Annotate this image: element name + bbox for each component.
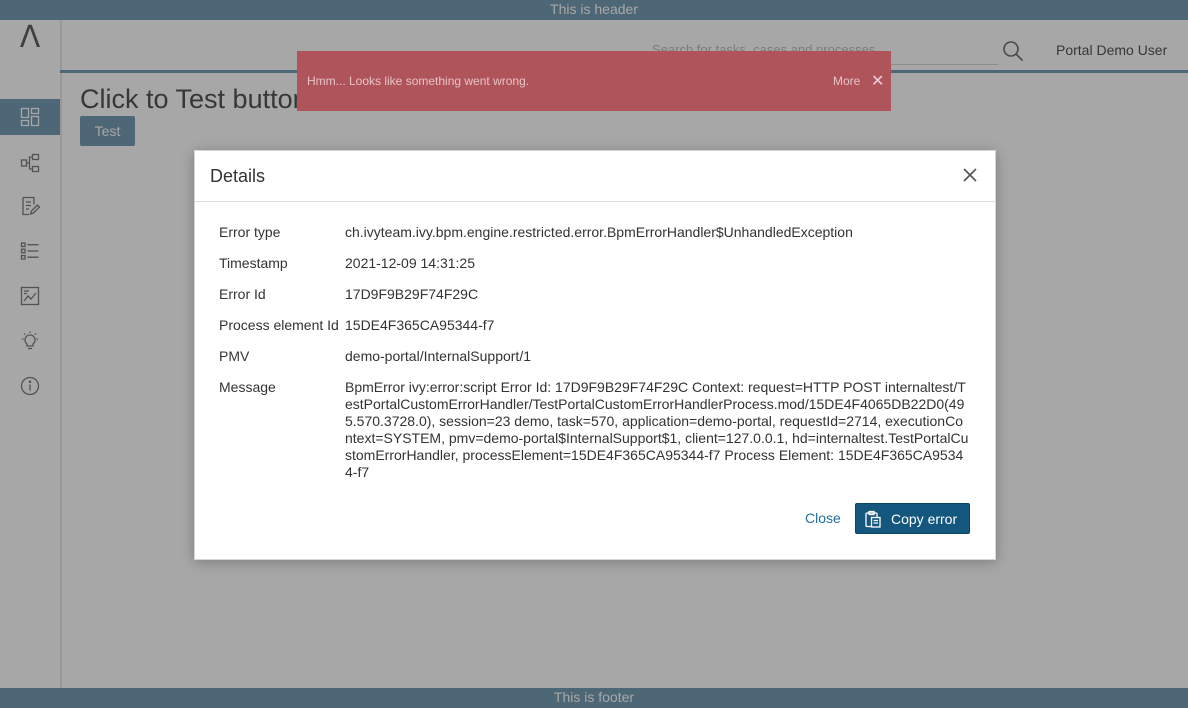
error-toast: Hmm... Looks like something went wrong. … [297,51,891,111]
toast-message: Hmm... Looks like something went wrong. [307,74,530,88]
message-value: BpmError ivy:error:script Error Id: 17D9… [345,379,969,480]
error-id-label: Error Id [219,286,266,302]
timestamp-label: Timestamp [219,255,288,271]
close-button[interactable]: Close [805,510,841,526]
close-icon[interactable] [960,165,980,185]
copy-error-label: Copy error [891,510,958,527]
error-id-value: 17D9F9B29F74F29C [345,286,479,302]
timestamp-value: 2021-12-09 14:31:25 [345,255,475,271]
dialog-divider [195,201,995,202]
process-element-id-label: Process element Id [219,317,339,333]
pmv-label: PMV [219,348,250,364]
toast-more-link[interactable]: More [833,74,860,88]
error-details-dialog: Details Error type ch.ivyteam.ivy.bpm.en… [194,150,996,560]
copy-error-button[interactable]: Copy error [855,503,970,534]
error-type-label: Error type [219,224,281,240]
pmv-value: demo-portal/InternalSupport/1 [345,348,531,364]
error-type-value: ch.ivyteam.ivy.bpm.engine.restricted.err… [345,224,853,240]
process-element-id-value: 15DE4F365CA95344-f7 [345,317,495,333]
dialog-title: Details [210,166,266,186]
message-label: Message [219,379,276,395]
clipboard-icon [865,510,881,528]
close-icon[interactable]: ✕ [871,71,884,91]
